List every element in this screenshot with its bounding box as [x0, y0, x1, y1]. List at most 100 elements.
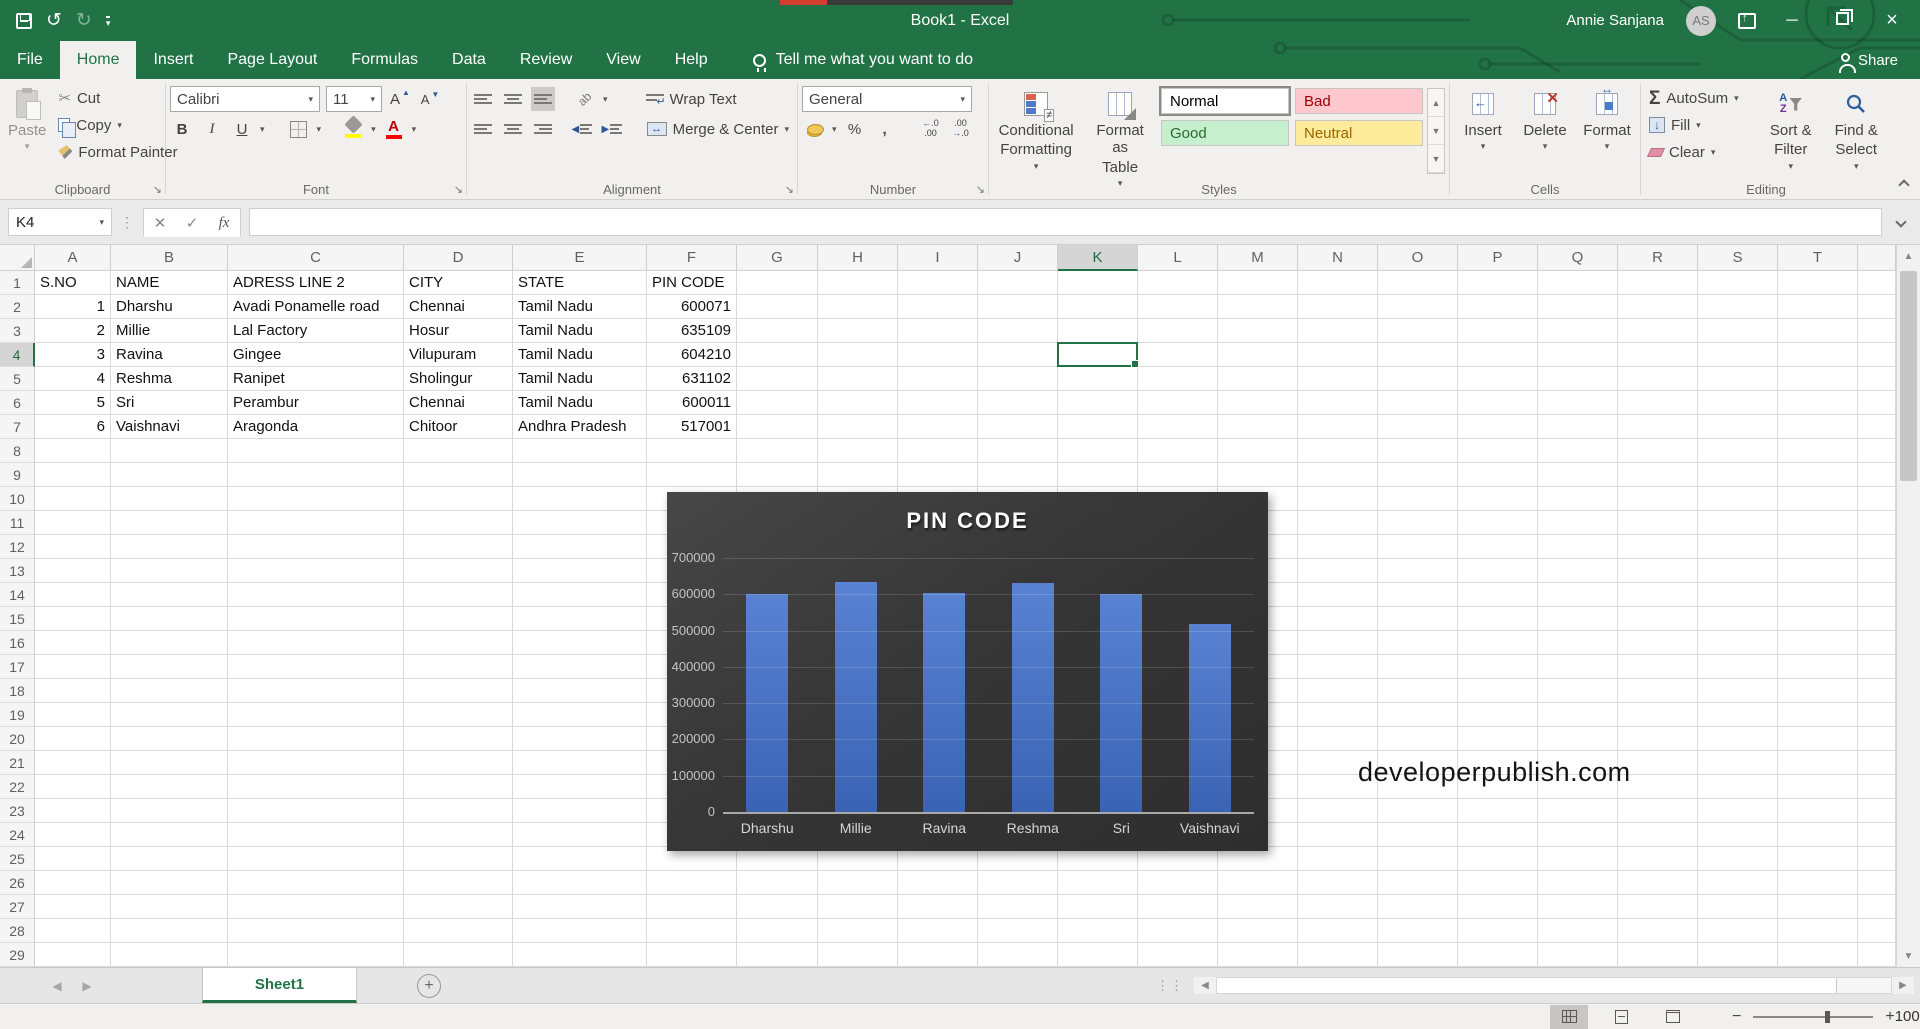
cell-E3[interactable]: Tamil Nadu: [513, 319, 647, 343]
cell-L6[interactable]: [1138, 391, 1218, 415]
cell-R1[interactable]: [1618, 271, 1698, 295]
cell-K29[interactable]: [1058, 943, 1138, 967]
cell-E7[interactable]: Andhra Pradesh: [513, 415, 647, 439]
borders-button[interactable]: [287, 117, 311, 141]
cell-T18[interactable]: [1778, 679, 1858, 703]
cell-P18[interactable]: [1458, 679, 1538, 703]
cell-S28[interactable]: [1698, 919, 1778, 943]
cell-F29[interactable]: [647, 943, 737, 967]
cell-H8[interactable]: [818, 439, 898, 463]
column-header-P[interactable]: P: [1458, 245, 1538, 271]
cell-R27[interactable]: [1618, 895, 1698, 919]
cell-Q15[interactable]: [1538, 607, 1618, 631]
cell-T20[interactable]: [1778, 727, 1858, 751]
cell-N4[interactable]: [1298, 343, 1378, 367]
cell-N16[interactable]: [1298, 631, 1378, 655]
cell-N29[interactable]: [1298, 943, 1378, 967]
cell-A16[interactable]: [35, 631, 111, 655]
cell-G1[interactable]: [737, 271, 818, 295]
comma-style-button[interactable]: ,: [873, 117, 897, 141]
cell-B15[interactable]: [111, 607, 228, 631]
cell-N5[interactable]: [1298, 367, 1378, 391]
cell-I3[interactable]: [898, 319, 978, 343]
column-header-O[interactable]: O: [1378, 245, 1458, 271]
cell-K1[interactable]: [1058, 271, 1138, 295]
column-header-C[interactable]: C: [228, 245, 404, 271]
row-header-28[interactable]: 28: [0, 919, 35, 943]
align-bottom-button[interactable]: [531, 87, 555, 111]
cell-K27[interactable]: [1058, 895, 1138, 919]
cell-C9[interactable]: [228, 463, 404, 487]
cell-S16[interactable]: [1698, 631, 1778, 655]
row-header-23[interactable]: 23: [0, 799, 35, 823]
row-header-1[interactable]: 1: [0, 271, 35, 295]
cell-R4[interactable]: [1618, 343, 1698, 367]
cell-O29[interactable]: [1378, 943, 1458, 967]
cell-I7[interactable]: [898, 415, 978, 439]
cell-T5[interactable]: [1778, 367, 1858, 391]
cell-I26[interactable]: [898, 871, 978, 895]
cell-F9[interactable]: [647, 463, 737, 487]
align-left-button[interactable]: [471, 117, 495, 141]
cell-J29[interactable]: [978, 943, 1058, 967]
restore-button[interactable]: [1828, 12, 1856, 30]
decrease-indent-button[interactable]: ◀: [570, 117, 594, 141]
copy-button[interactable]: Copy▾: [54, 113, 181, 137]
cell-O16[interactable]: [1378, 631, 1458, 655]
tab-file[interactable]: File: [0, 41, 60, 79]
cell-T25[interactable]: [1778, 847, 1858, 871]
cell-E22[interactable]: [513, 775, 647, 799]
cell-R8[interactable]: [1618, 439, 1698, 463]
cell-O19[interactable]: [1378, 703, 1458, 727]
cell-P9[interactable]: [1458, 463, 1538, 487]
column-header-G[interactable]: G: [737, 245, 818, 271]
cell-T13[interactable]: [1778, 559, 1858, 583]
cell-A24[interactable]: [35, 823, 111, 847]
cell-M2[interactable]: [1218, 295, 1298, 319]
expand-formula-bar-icon[interactable]: [1890, 218, 1912, 226]
cell-A17[interactable]: [35, 655, 111, 679]
cell-E14[interactable]: [513, 583, 647, 607]
cell-O18[interactable]: [1378, 679, 1458, 703]
cell-A10[interactable]: [35, 487, 111, 511]
cell-T24[interactable]: [1778, 823, 1858, 847]
cell-B16[interactable]: [111, 631, 228, 655]
cell-D24[interactable]: [404, 823, 513, 847]
close-button[interactable]: ×: [1878, 9, 1906, 32]
redo-icon[interactable]: ↻: [76, 11, 92, 30]
cell-T7[interactable]: [1778, 415, 1858, 439]
cell-J4[interactable]: [978, 343, 1058, 367]
cell-S8[interactable]: [1698, 439, 1778, 463]
share-button[interactable]: Share: [1841, 41, 1920, 79]
increase-decimal-button[interactable]: ←.0.00: [919, 117, 943, 141]
cell-M28[interactable]: [1218, 919, 1298, 943]
collapse-ribbon-icon[interactable]: [1900, 176, 1908, 193]
cell-T4[interactable]: [1778, 343, 1858, 367]
sheet-nav-right-icon[interactable]: ▶: [72, 968, 102, 1003]
cell-P29[interactable]: [1458, 943, 1538, 967]
column-header-H[interactable]: H: [818, 245, 898, 271]
gallery-more-icon[interactable]: ▼: [1428, 145, 1444, 173]
cell-F1[interactable]: PIN CODE: [647, 271, 737, 295]
row-header-15[interactable]: 15: [0, 607, 35, 631]
cell-R17[interactable]: [1618, 655, 1698, 679]
cell-H29[interactable]: [818, 943, 898, 967]
cell-I6[interactable]: [898, 391, 978, 415]
cell-F26[interactable]: [647, 871, 737, 895]
cell-O27[interactable]: [1378, 895, 1458, 919]
cell-Q23[interactable]: [1538, 799, 1618, 823]
cell-S23[interactable]: [1698, 799, 1778, 823]
cell-A18[interactable]: [35, 679, 111, 703]
column-header-T[interactable]: T: [1778, 245, 1858, 271]
underline-button[interactable]: U: [230, 117, 254, 141]
enter-icon[interactable]: ✓: [176, 209, 208, 237]
cell-D18[interactable]: [404, 679, 513, 703]
cell-D26[interactable]: [404, 871, 513, 895]
cell-J6[interactable]: [978, 391, 1058, 415]
row-header-20[interactable]: 20: [0, 727, 35, 751]
column-header-S[interactable]: S: [1698, 245, 1778, 271]
sheet-tab-sheet1[interactable]: Sheet1: [202, 968, 357, 1003]
cut-button[interactable]: ✂Cut: [54, 86, 181, 110]
cell-Q29[interactable]: [1538, 943, 1618, 967]
cell-P28[interactable]: [1458, 919, 1538, 943]
